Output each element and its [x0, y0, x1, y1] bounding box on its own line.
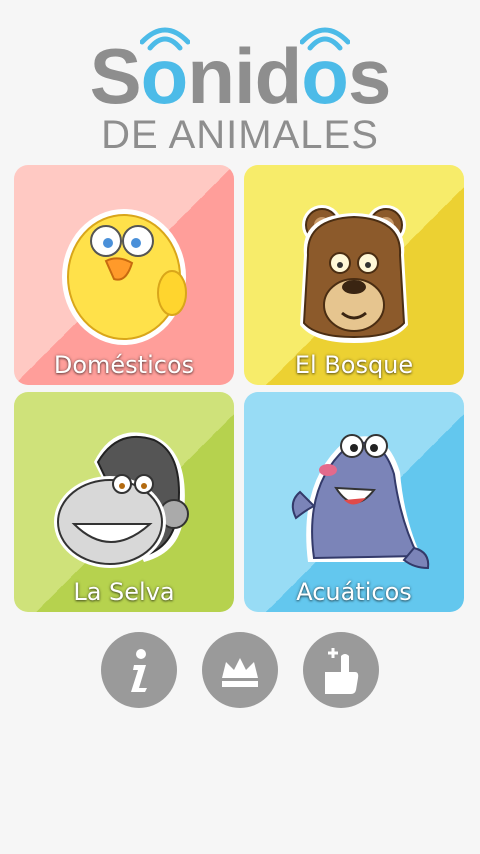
crown-button[interactable] — [202, 632, 278, 708]
category-el-bosque-button[interactable]: El Bosque — [244, 165, 464, 385]
category-label: La Selva — [73, 578, 175, 606]
category-label: Acuáticos — [296, 578, 412, 606]
rate-button[interactable] — [303, 632, 379, 708]
category-domesticos-button[interactable]: Domésticos — [14, 165, 234, 385]
thumbs-up-plus-icon — [325, 648, 359, 694]
info-button[interactable] — [101, 632, 177, 708]
crown-icon — [222, 658, 258, 687]
info-icon — [131, 649, 147, 692]
logo-title: Sonidos — [89, 32, 392, 120]
logo-subtitle: DE ANIMALES — [101, 113, 379, 157]
category-label: El Bosque — [294, 351, 414, 379]
category-acuaticos-button[interactable]: Acuáticos — [244, 392, 464, 612]
sound-wave-icon — [140, 27, 190, 51]
sound-wave-icon — [300, 27, 350, 51]
category-label: Domésticos — [53, 351, 195, 379]
app-logo: Sonidos DE ANIMALES — [0, 18, 480, 156]
category-la-selva-button[interactable]: La Selva — [14, 392, 234, 612]
